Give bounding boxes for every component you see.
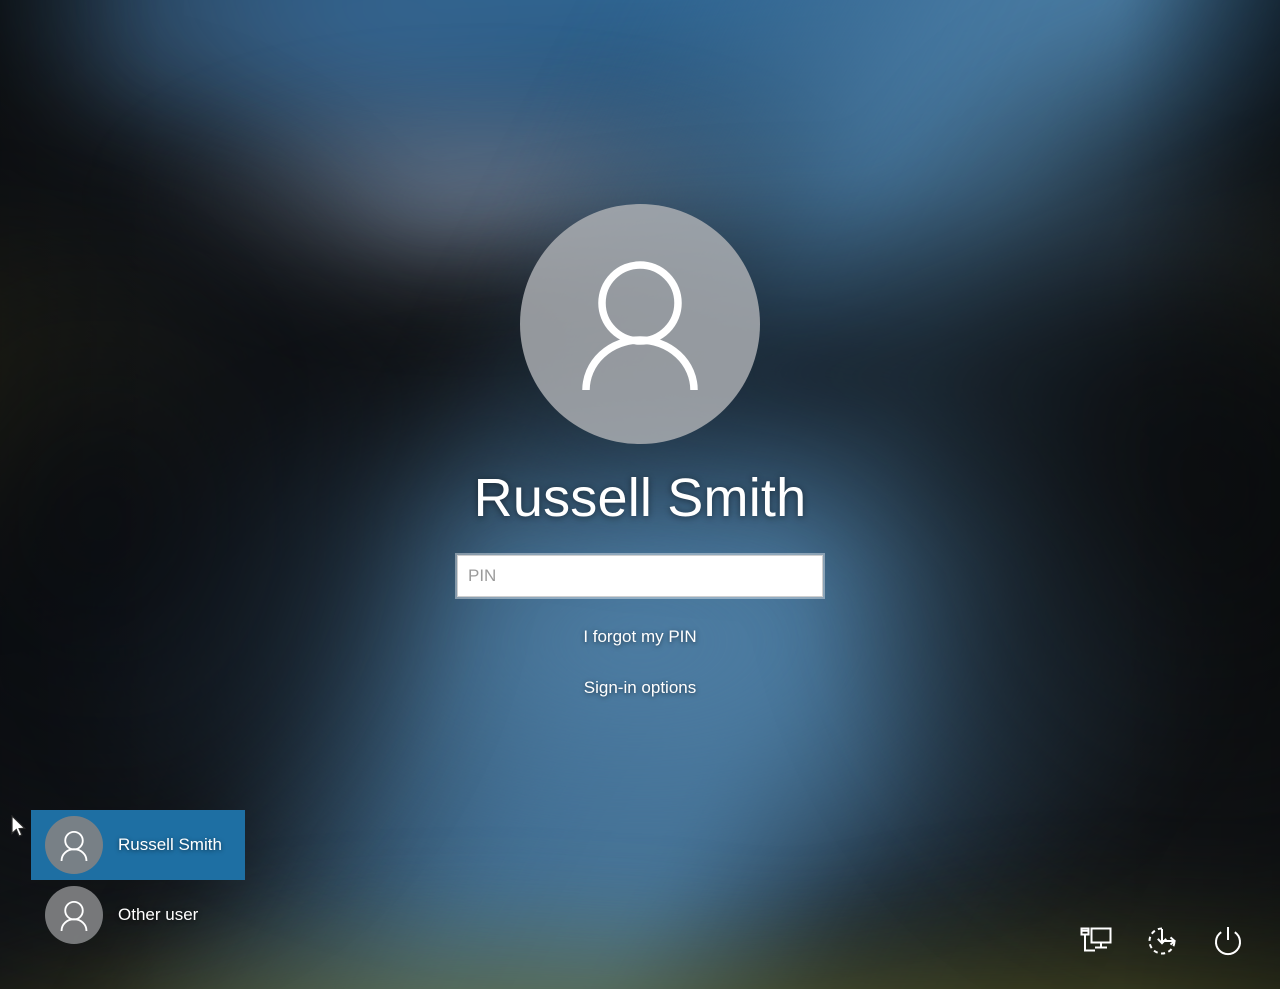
pin-input[interactable] xyxy=(455,552,825,599)
user-list-item-other-user[interactable]: Other user xyxy=(31,880,245,950)
person-avatar-icon xyxy=(520,204,760,444)
pin-row xyxy=(0,552,1280,599)
user-list-item-label: Russell Smith xyxy=(118,835,222,854)
network-icon[interactable] xyxy=(1076,921,1116,961)
signin-panel: Russell Smith I forgot my PIN Sign-in op… xyxy=(0,0,1280,698)
signin-options-link[interactable]: Sign-in options xyxy=(0,678,1280,698)
system-icon-bar xyxy=(1076,921,1248,961)
user-list-item-label: Other user xyxy=(118,905,199,924)
user-list: Russell Smith Other user xyxy=(31,810,245,950)
person-avatar-icon xyxy=(45,886,103,944)
person-avatar-icon xyxy=(45,816,103,874)
power-icon[interactable] xyxy=(1208,921,1248,961)
forgot-pin-link[interactable]: I forgot my PIN xyxy=(0,627,1280,647)
user-list-item-russell-smith[interactable]: Russell Smith xyxy=(31,810,245,880)
page-title: Russell Smith xyxy=(473,468,807,528)
ease-of-access-icon[interactable] xyxy=(1142,921,1182,961)
